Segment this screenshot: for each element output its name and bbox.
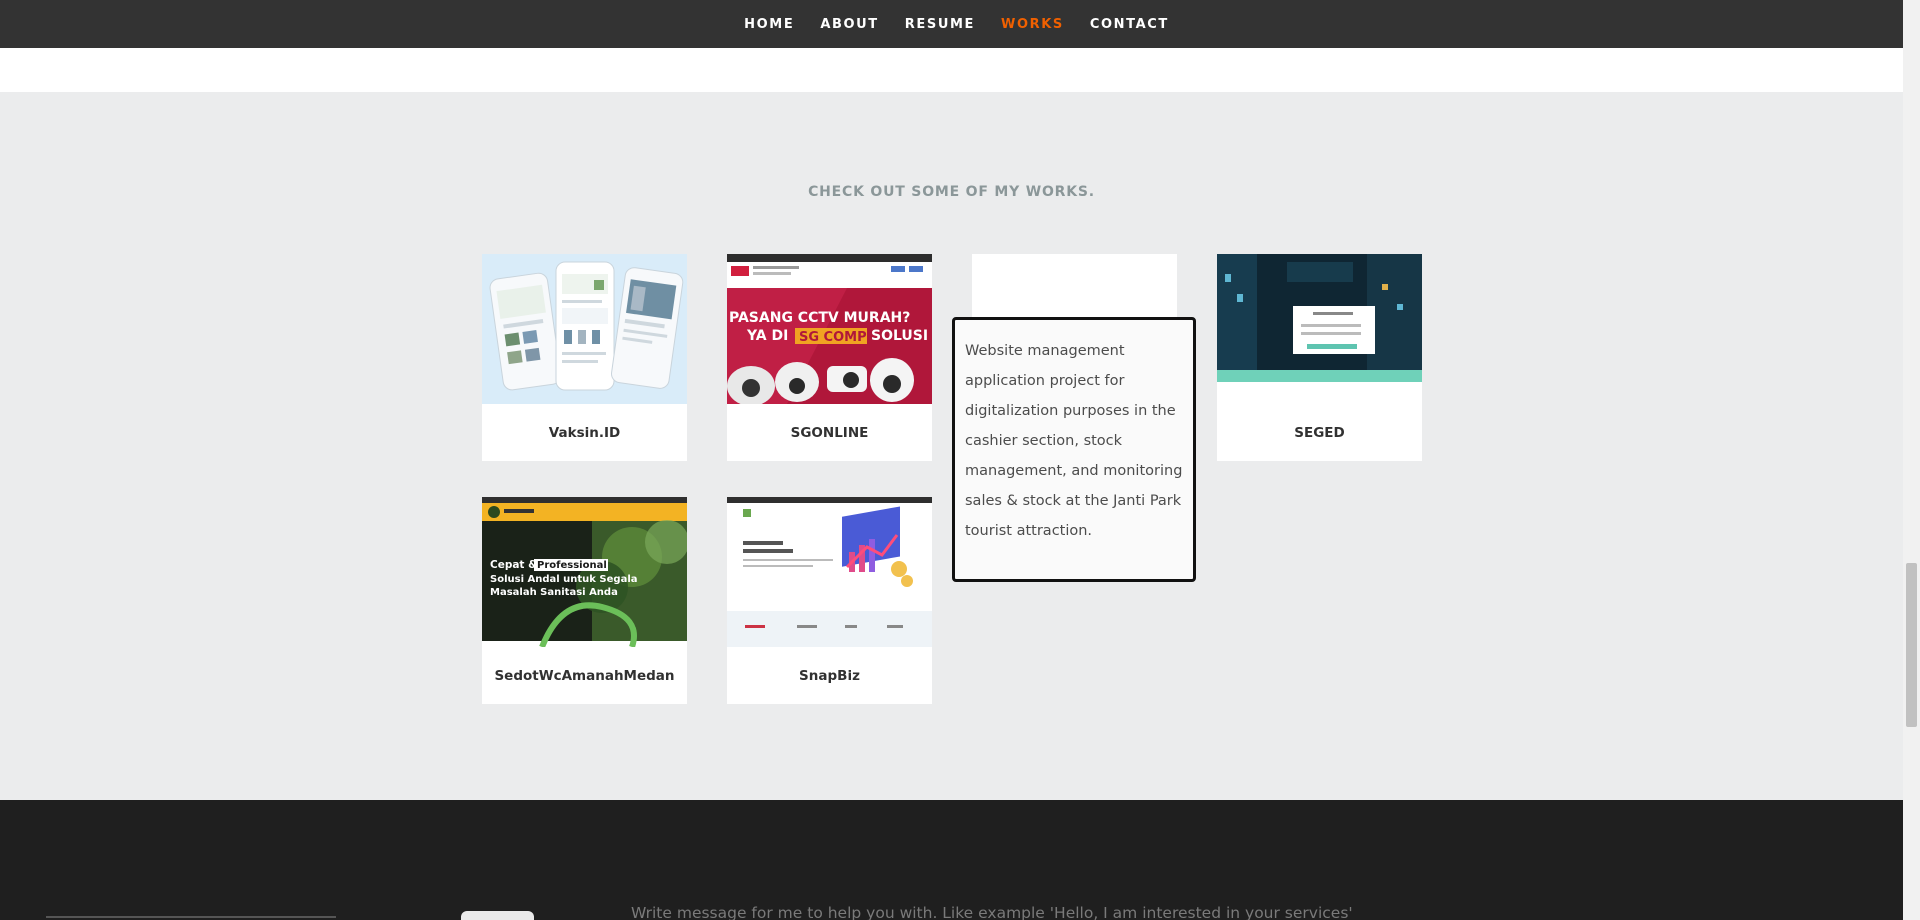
name-input-underline[interactable] [46,916,336,918]
sedotwc-line-2: Solusi Andal untuk Segala [490,574,638,585]
send-button[interactable] [461,911,534,920]
work-card-sgonline[interactable]: PASANG CCTV MURAH? YA DI SG COMP SOLUSI … [727,254,932,461]
nav-home[interactable]: HOME [731,17,807,32]
work-card-label: Vaksin.ID [548,424,621,441]
nav-contact[interactable]: CONTACT [1077,17,1182,32]
work-card-seged[interactable]: SEGED [1217,254,1422,461]
snapbiz-thumbnail [727,497,932,647]
page-scrollbar[interactable] [1903,0,1920,920]
top-nav: HOME ABOUT RESUME WORKS CONTACT [0,0,1903,48]
message-input[interactable]: Write message for me to help you with. L… [631,904,1353,920]
sgonline-headline-1: PASANG CCTV MURAH? [729,310,910,326]
work-description-text: Website management application project f… [965,343,1183,539]
seged-thumbnail [1217,254,1422,404]
section-divider [0,48,1903,92]
contact-footer: Write message for me to help you with. L… [0,800,1903,920]
sgonline-tail: SOLUSI [871,328,928,344]
work-description-popup[interactable]: Website management application project f… [952,317,1196,582]
work-card-label: SedotWcAmanahMedan [494,667,675,684]
sgonline-headline-2: YA DI [746,328,788,344]
work-card-label: SGONLINE [790,424,869,441]
sedotwc-thumbnail: Cepat & Professional Solusi Andal untuk … [482,497,687,647]
sgonline-thumbnail: PASANG CCTV MURAH? YA DI SG COMP SOLUSI [727,254,932,404]
work-card-vaksin[interactable]: Vaksin.ID [482,254,687,461]
sedotwc-badge: Professional [537,560,607,571]
nav-resume[interactable]: RESUME [892,17,988,32]
sgonline-brand: SG COMP [799,330,867,345]
works-section: CHECK OUT SOME OF MY WORKS. Vaksin.ID PA… [0,92,1903,800]
work-card-snapbiz[interactable]: SnapBiz [727,497,932,704]
nav-works[interactable]: WORKS [988,17,1077,32]
sedotwc-line-3: Masalah Sanitasi Anda [490,587,618,598]
vaksin-thumbnail [482,254,687,404]
sedotwc-line-1: Cepat & [490,559,537,571]
nav-about[interactable]: ABOUT [807,17,891,32]
work-card-label: SEGED [1294,424,1345,441]
works-title: CHECK OUT SOME OF MY WORKS. [808,184,1095,200]
scrollbar-thumb[interactable] [1906,563,1917,727]
work-card-label: SnapBiz [799,667,860,684]
work-card-sedotwc[interactable]: Cepat & Professional Solusi Andal untuk … [482,497,687,704]
